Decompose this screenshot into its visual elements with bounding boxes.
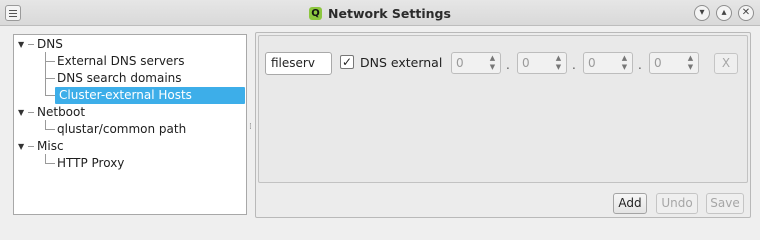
tree-line	[45, 61, 55, 62]
expand-arrow-icon[interactable]: ▼	[18, 108, 27, 117]
tree-line	[45, 78, 55, 79]
hostname-input[interactable]: fileserv	[265, 52, 332, 75]
ip-octet-3-spinbox[interactable]: 0 ▲ ▼	[583, 52, 633, 74]
close-icon[interactable]: ✕	[738, 5, 754, 21]
splitter-handle[interactable]: ⁞	[249, 122, 252, 132]
add-button[interactable]: Add	[613, 193, 647, 214]
ip-octet-4-value: 0	[654, 56, 662, 70]
tree-item-netboot[interactable]: Netboot	[37, 104, 85, 121]
tree-line	[28, 146, 34, 147]
tree-item-qlustar-common-path[interactable]: qlustar/common path	[57, 121, 186, 138]
dns-external-checkbox[interactable]: ✓	[340, 55, 354, 69]
tree-item-misc[interactable]: Misc	[37, 138, 64, 155]
title-bar: Q Network Settings ▾ ▴ ✕	[0, 0, 760, 26]
spin-arrows-icon[interactable]: ▲ ▼	[554, 54, 563, 72]
tree-line	[28, 44, 34, 45]
minimize-icon[interactable]: ▾	[694, 5, 710, 21]
tree-line	[45, 52, 46, 96]
tree-item-external-dns-servers[interactable]: External DNS servers	[57, 53, 185, 70]
expand-arrow-icon[interactable]: ▼	[18, 40, 27, 49]
save-button[interactable]: Save	[706, 193, 744, 214]
ip-octet-3-value: 0	[588, 56, 596, 70]
ip-octet-2-spinbox[interactable]: 0 ▲ ▼	[517, 52, 567, 74]
tree-line	[45, 95, 55, 96]
ip-separator: .	[638, 58, 642, 72]
window-title: Network Settings	[328, 5, 451, 21]
ip-octet-1-value: 0	[456, 56, 464, 70]
ip-octet-2-value: 0	[522, 56, 530, 70]
ip-separator: .	[572, 58, 576, 72]
tree-item-http-proxy[interactable]: HTTP Proxy	[57, 155, 124, 172]
spin-arrows-icon[interactable]: ▲ ▼	[488, 54, 497, 72]
tree-line	[28, 112, 34, 113]
app-logo-icon: Q	[309, 6, 323, 20]
expand-arrow-icon[interactable]: ▼	[18, 142, 27, 151]
maximize-icon[interactable]: ▴	[716, 5, 732, 21]
remove-host-button[interactable]: X	[714, 53, 738, 74]
tree-item-dns-search-domains[interactable]: DNS search domains	[57, 70, 182, 87]
spin-arrows-icon[interactable]: ▲ ▼	[686, 54, 695, 72]
settings-tree[interactable]: ▼ DNS External DNS servers DNS search do…	[13, 34, 247, 215]
dns-external-label: DNS external	[360, 55, 443, 70]
spin-arrows-icon[interactable]: ▲ ▼	[620, 54, 629, 72]
tree-item-dns[interactable]: DNS	[37, 36, 63, 53]
tree-line	[45, 129, 55, 130]
ip-octet-1-spinbox[interactable]: 0 ▲ ▼	[451, 52, 501, 74]
undo-button[interactable]: Undo	[656, 193, 698, 214]
ip-separator: .	[506, 58, 510, 72]
tree-item-cluster-external-hosts[interactable]: Cluster-external Hosts	[55, 87, 245, 104]
tree-line	[45, 163, 55, 164]
window-title-group: Q Network Settings	[0, 0, 760, 26]
ip-octet-4-spinbox[interactable]: 0 ▲ ▼	[649, 52, 699, 74]
